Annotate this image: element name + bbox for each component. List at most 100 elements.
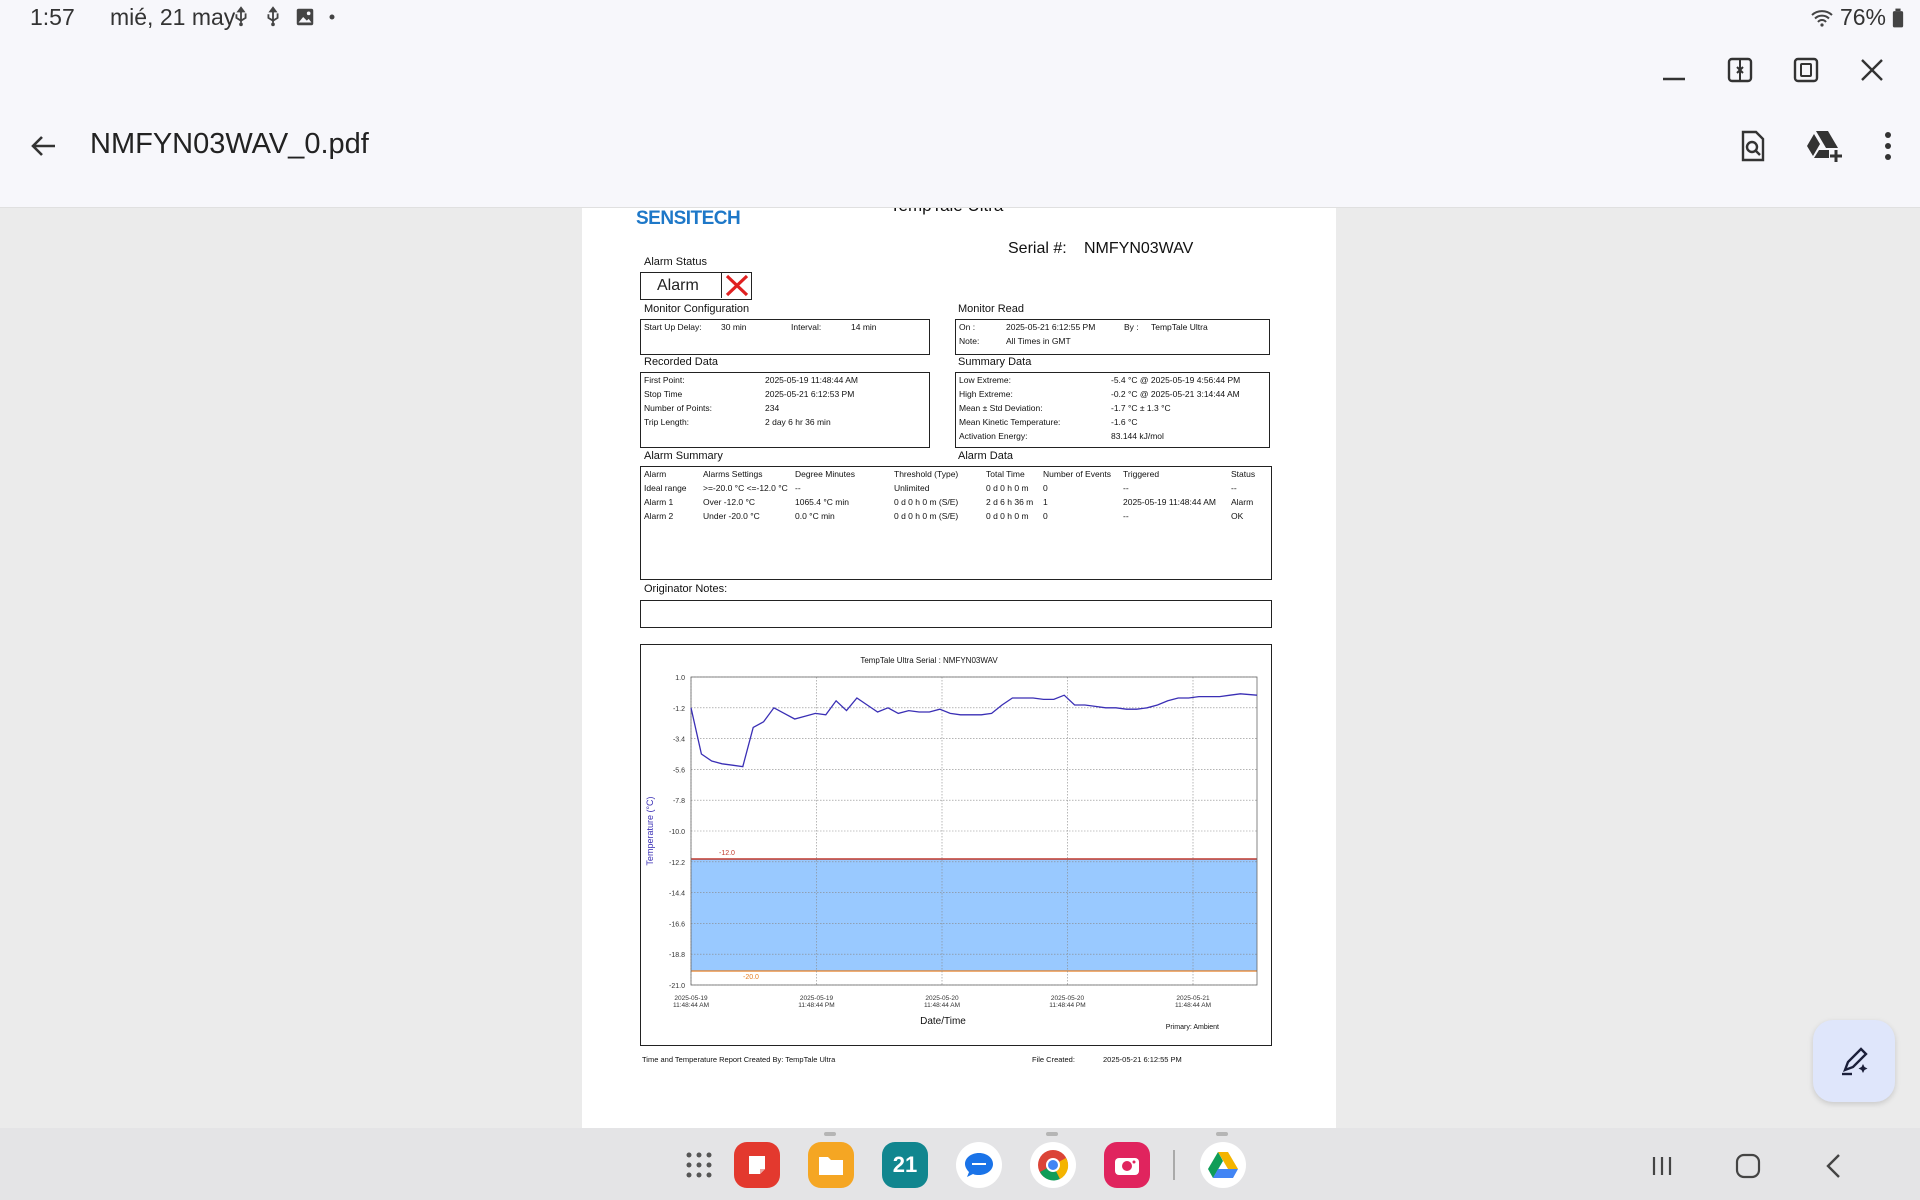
temperature-chart-svg: -12.0 -20.0 1.0 -1.2 -3.4 -5.6 -7.8 -10.0 -12.2 -… bbox=[645, 656, 1258, 1031]
alarm-status-value: Alarm bbox=[657, 277, 699, 294]
home-button[interactable] bbox=[1728, 1146, 1768, 1186]
footer-file-created: 2025-05-21 6:12:55 PM bbox=[1103, 1055, 1182, 1064]
recent-apps-button[interactable] bbox=[1642, 1146, 1682, 1186]
status-bar: 1:57 mié, 21 may 76% bbox=[0, 0, 1920, 36]
x-tick-label: 2025-05-20 bbox=[925, 995, 959, 1002]
more-options-button[interactable] bbox=[1864, 122, 1912, 170]
alarm-table-cell: 0 d 0 h 0 m bbox=[986, 511, 1029, 521]
temperature-series-line bbox=[690, 693, 1258, 768]
originator-notes-box bbox=[640, 600, 1272, 628]
alarm-table-cell: -- bbox=[795, 483, 801, 493]
monitor-read-title: Monitor Read bbox=[958, 303, 1025, 315]
x-tick-label: 2025-05-19 bbox=[674, 995, 708, 1002]
x-tick-label: 2025-05-19 bbox=[800, 995, 834, 1002]
alarm-table-header: Number of Events bbox=[1043, 469, 1112, 479]
chrome-app-icon[interactable] bbox=[1030, 1142, 1076, 1188]
calendar-app-icon[interactable]: 21 bbox=[882, 1142, 928, 1188]
footer-created-by: Time and Temperature Report Created By: … bbox=[642, 1055, 836, 1064]
popup-view-icon[interactable] bbox=[1786, 50, 1826, 90]
alarm-table-cell: 2 d 6 h 36 m bbox=[986, 497, 1034, 507]
close-icon[interactable] bbox=[1852, 50, 1892, 90]
x-axis-label: Date/Time bbox=[920, 1016, 966, 1027]
battery-icon bbox=[1892, 8, 1904, 27]
alarm-table-header: Threshold (Type) bbox=[894, 469, 959, 479]
files-app-icon[interactable] bbox=[808, 1142, 854, 1188]
document-title: NMFYN03WAV_0.pdf bbox=[90, 128, 369, 160]
legend-note: Primary: Ambient bbox=[1166, 1024, 1219, 1031]
y-tick-label: -18.8 bbox=[669, 952, 685, 959]
alarm-status-box: Alarm bbox=[640, 272, 752, 300]
alarm-table-cell: >=-20.0 °C <=-12.0 °C bbox=[703, 483, 788, 493]
alarm-table-cell: Alarm bbox=[1231, 497, 1254, 507]
serial-value: NMFYN03WAV bbox=[1084, 240, 1194, 257]
recorded-data-title: Recorded Data bbox=[644, 356, 718, 368]
back-button[interactable] bbox=[22, 124, 66, 168]
alarm-table-cell: -- bbox=[1231, 483, 1237, 493]
minimize-icon[interactable] bbox=[1654, 50, 1694, 90]
logo-text: SENSITECH bbox=[636, 208, 741, 229]
back-nav-button[interactable] bbox=[1814, 1146, 1854, 1186]
alarm-table-header: Alarms Settings bbox=[703, 469, 763, 479]
alarm-table-cell: Under -20.0 °C bbox=[703, 511, 760, 521]
summary-data-box: Low Extreme: -5.4 °C @ 2025-05-19 4:56:4… bbox=[955, 372, 1270, 448]
alarm-table-cell: Ideal range bbox=[644, 483, 687, 493]
taskbar-divider bbox=[1173, 1150, 1175, 1180]
y-tick-label: 1.0 bbox=[675, 675, 685, 682]
monitor-config-title: Monitor Configuration bbox=[644, 303, 750, 315]
wifi-icon bbox=[1811, 9, 1833, 27]
save-to-drive-button[interactable] bbox=[1800, 122, 1848, 170]
alarm-table-cell: Unlimited bbox=[894, 483, 930, 493]
usb-icon bbox=[235, 6, 247, 27]
alarm-table-cell: -- bbox=[1123, 483, 1129, 493]
monitor-read-box: On : 2025-05-21 6:12:55 PM By : TempTale… bbox=[955, 319, 1270, 355]
lower-limit-label: -20.0 bbox=[743, 974, 759, 981]
app-drawer-icon[interactable] bbox=[676, 1142, 722, 1188]
alarm-table-cell: Alarm 2 bbox=[644, 511, 674, 521]
serial-label: Serial #: bbox=[1008, 240, 1067, 257]
alarm-table-header: Triggered bbox=[1123, 469, 1160, 479]
alarm-table-cell: 1 bbox=[1043, 497, 1048, 507]
camera-app-icon[interactable] bbox=[1104, 1142, 1150, 1188]
split-view-icon[interactable] bbox=[1720, 50, 1760, 90]
pen-sparkle-icon bbox=[1842, 1047, 1868, 1076]
y-tick-label: -16.6 bbox=[669, 921, 685, 928]
x-tick-label: 11:48:44 AM bbox=[1175, 1002, 1211, 1009]
notes-app-icon[interactable] bbox=[734, 1142, 780, 1188]
messages-app-icon[interactable] bbox=[956, 1142, 1002, 1188]
upper-limit-label: -12.0 bbox=[719, 850, 735, 857]
alarm-x-icon bbox=[721, 273, 751, 298]
alarm-table-cell: 0 d 0 h 0 m (S/E) bbox=[894, 497, 959, 507]
x-tick-label: 11:48:44 PM bbox=[798, 1002, 834, 1009]
battery-percent: 76% bbox=[1839, 4, 1886, 30]
alarm-table-cell: 2025-05-19 11:48:44 AM bbox=[1123, 497, 1216, 507]
back-arrow-icon bbox=[31, 136, 55, 156]
y-tick-label: -21.0 bbox=[669, 983, 685, 990]
x-tick-label: 11:48:44 AM bbox=[924, 1002, 960, 1009]
x-tick-label: 11:48:44 PM bbox=[1049, 1002, 1085, 1009]
image-icon bbox=[296, 8, 314, 26]
find-in-document-button[interactable] bbox=[1728, 122, 1776, 170]
alarm-table-cell: 0 d 0 h 0 m (S/E) bbox=[894, 511, 959, 521]
y-tick-label: -14.4 bbox=[669, 891, 685, 898]
alarm-table-cell: Alarm 1 bbox=[644, 497, 674, 507]
alarm-table-cell: OK bbox=[1231, 511, 1244, 521]
pdf-page: SENSITECH TempTale Ultra Serial #: NMFYN… bbox=[582, 208, 1336, 1128]
y-tick-label: -1.2 bbox=[673, 706, 685, 713]
drive-app-icon[interactable] bbox=[1200, 1142, 1246, 1188]
status-time: 1:57 bbox=[30, 4, 75, 30]
originator-notes-label: Originator Notes: bbox=[644, 583, 728, 595]
y-axis-label: Temperature (°C) bbox=[645, 796, 655, 865]
alarm-table-cell: -- bbox=[1123, 511, 1129, 521]
alarm-table-header: Total Time bbox=[986, 469, 1025, 479]
x-tick-label: 2025-05-20 bbox=[1051, 995, 1085, 1002]
window-bar bbox=[0, 36, 1920, 104]
more-vert-icon bbox=[1885, 132, 1891, 160]
x-tick-label: 2025-05-21 bbox=[1176, 995, 1210, 1002]
alarm-table-cell: 1065.4 °C min bbox=[795, 497, 849, 507]
taskbar-handle bbox=[824, 1132, 836, 1136]
x-tick-label: 11:48:44 AM bbox=[673, 1002, 709, 1009]
annotate-button[interactable] bbox=[1813, 1020, 1895, 1102]
alarm-table-header: Alarm bbox=[644, 469, 667, 479]
drive-add-icon bbox=[1807, 131, 1842, 162]
alarm-table-cell: 0.0 °C min bbox=[795, 511, 835, 521]
